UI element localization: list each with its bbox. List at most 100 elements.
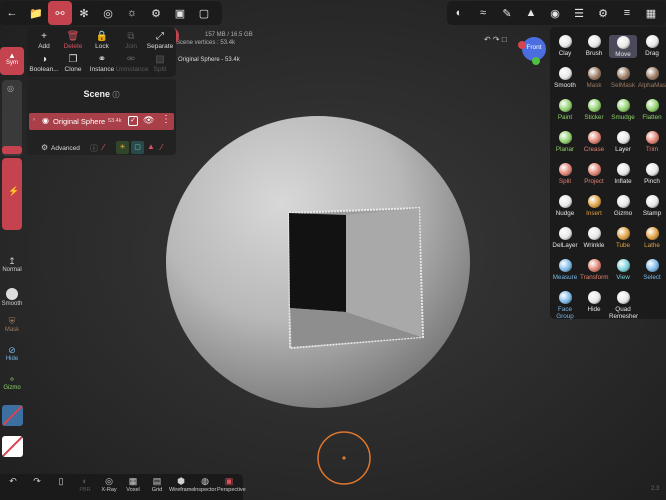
tool-view[interactable]: View — [609, 259, 637, 281]
tool-paint[interactable]: Paint — [551, 99, 579, 121]
topology-icon[interactable]: ✻ — [72, 1, 96, 25]
triangle-icon[interactable]: ▲ — [519, 1, 543, 25]
grid-menu-icon[interactable]: ▦ — [639, 1, 663, 25]
light-toggle-icon[interactable]: ☀ — [116, 141, 129, 154]
grid-button[interactable]: ▤ Grid — [145, 476, 169, 493]
sym-button[interactable]: ▲ Sym — [0, 47, 24, 75]
tool-measure[interactable]: Measure — [551, 259, 579, 281]
tool-gizmo[interactable]: Gizmo — [609, 195, 637, 217]
back-icon[interactable]: ← — [0, 1, 24, 25]
palette-icon[interactable]: ◉ — [543, 1, 567, 25]
camera-toggle-icon[interactable]: ▢ — [131, 141, 144, 154]
selected-object-readout: Original Sphere - 53.4k — [178, 57, 240, 63]
tool-dellayer[interactable]: DelLayer — [551, 227, 579, 249]
scene-object-row[interactable]: › ◉ Original Sphere 53.4k ✓ 👁 ⋮ — [29, 113, 174, 130]
tool-flatten[interactable]: Flatten — [638, 99, 666, 121]
voxel-button[interactable]: ▦ Voxel — [121, 476, 145, 493]
tool-facegroup[interactable]: Face Group — [551, 291, 579, 320]
tool-quadremesher[interactable]: Quad Remesher — [609, 291, 638, 320]
menu-uninstance-button[interactable]: ⚮ Uninstance — [116, 54, 149, 73]
redo-button[interactable]: ↷ — [25, 476, 49, 487]
tool-crease[interactable]: Crease — [580, 131, 608, 153]
tool-selmask[interactable]: SelMask — [609, 67, 637, 89]
advanced-button[interactable]: Advanced — [51, 145, 80, 152]
question-icon[interactable]: ⓘ — [90, 143, 98, 154]
menu-join-button[interactable]: ⧉ Join — [116, 31, 146, 50]
tool-drag[interactable]: Drag — [638, 35, 666, 57]
brush-settings-icon[interactable]: ✎ — [495, 1, 519, 25]
camera-icon[interactable]: ▢ — [192, 1, 216, 25]
tool-brush[interactable]: Brush — [580, 35, 608, 57]
tool-stamp[interactable]: Stamp — [638, 195, 666, 217]
tool-layer[interactable]: Layer — [609, 131, 637, 153]
tool-tube[interactable]: Tube — [609, 227, 637, 249]
tool-wrinkle[interactable]: Wrinkle — [580, 227, 608, 249]
slash-icon-2[interactable]: ∕ — [161, 142, 163, 152]
scene-tree-icon[interactable]: ⚯ — [48, 1, 72, 25]
tool-smudge[interactable]: Smudge — [609, 99, 637, 121]
folder-icon[interactable]: 📁 — [24, 1, 48, 25]
settings-icon[interactable]: ⚙ — [144, 1, 168, 25]
material-icon[interactable]: ◐ — [447, 1, 471, 25]
intensity-slider[interactable]: ⚡ — [2, 158, 22, 230]
hide-button[interactable]: ⊘ Hide — [1, 345, 23, 362]
menu-lock-button[interactable]: 🔒 Lock — [87, 31, 117, 50]
tool-select[interactable]: Select — [638, 259, 666, 281]
tool-project[interactable]: Project — [580, 163, 608, 185]
lighting-icon[interactable]: ☼ — [120, 1, 144, 25]
wireframe-icon: ⬢ — [177, 476, 185, 486]
tool-alphamask[interactable]: AlphaMask — [638, 67, 666, 89]
more-icon[interactable]: ⋮ — [161, 114, 171, 125]
tool-insert[interactable]: Insert — [580, 195, 608, 217]
perspective-button[interactable]: ▣ Perspective — [217, 476, 246, 493]
stroke-icon[interactable]: ≈ — [471, 1, 495, 25]
menu-item-label: Uninstance — [116, 66, 149, 73]
multires-icon[interactable]: ◎ — [96, 1, 120, 25]
tool-hide[interactable]: Hide — [580, 291, 608, 313]
tool-nudge[interactable]: Nudge — [551, 195, 579, 217]
menu-instance-button[interactable]: ⚭ Instance — [87, 54, 117, 73]
tool-mask[interactable]: Mask — [580, 67, 608, 89]
menu-boolean-button[interactable]: ◑ Boolean... — [29, 54, 59, 73]
normal-button[interactable]: ↥ Normal — [1, 256, 23, 273]
radius-slider[interactable]: ◎ — [2, 80, 22, 156]
layers-icon[interactable]: ☰ — [567, 1, 591, 25]
checkbox-icon[interactable]: ✓ — [128, 116, 138, 126]
image-icon[interactable]: ▣ — [168, 1, 192, 25]
gear-icon[interactable]: ⚙ — [591, 1, 615, 25]
warning-icon[interactable]: ▲ — [147, 142, 155, 151]
slash-icon[interactable]: ∕ — [103, 142, 105, 152]
wireframe-button[interactable]: ⬢ Wireframe — [169, 476, 194, 493]
menu-icon[interactable]: ≡ — [615, 1, 639, 25]
inspector-button[interactable]: ◍ Inspector — [193, 476, 217, 493]
pbr-button[interactable]: ◐ PBR — [73, 476, 97, 493]
tool-trim[interactable]: Trim — [638, 131, 666, 153]
file-button[interactable]: ▯ — [49, 476, 73, 487]
tool-planar[interactable]: Planar — [551, 131, 579, 153]
smooth-button[interactable]: Smooth — [1, 288, 23, 307]
undo-small-icon[interactable]: ↶ ↷ □ — [484, 35, 507, 44]
menu-clone-button[interactable]: ❐ Clone — [58, 54, 88, 73]
tool-clay[interactable]: Clay — [551, 35, 579, 57]
tool-transform[interactable]: Transform — [580, 259, 608, 281]
color-swatch-secondary[interactable] — [2, 436, 23, 457]
tool-pinch[interactable]: Pinch — [638, 163, 666, 185]
tool-split[interactable]: Split — [551, 163, 579, 185]
menu-separate-button[interactable]: ⤢ Separate — [145, 31, 175, 50]
xray-button[interactable]: ◎ X-Ray — [97, 476, 121, 493]
color-swatch-primary[interactable] — [2, 405, 23, 426]
undo-button[interactable]: ↶ — [1, 476, 25, 487]
menu-add-button[interactable]: + Add — [29, 31, 59, 50]
tool-move[interactable]: Move — [609, 35, 637, 58]
menu-delete-button[interactable]: 🗑 Delete — [58, 31, 88, 50]
tool-lathe[interactable]: Lathe — [638, 227, 666, 249]
visibility-eye-icon[interactable]: 👁 — [143, 115, 154, 126]
tool-sticker[interactable]: Sticker — [580, 99, 608, 121]
scene-panel: Scene ⓘ › ◉ Original Sphere 53.4k ✓ 👁 ⋮ … — [27, 79, 176, 155]
gizmo-button[interactable]: ⚬ Gizmo — [1, 374, 23, 391]
menu-split-button[interactable]: ▧ Split — [145, 54, 175, 73]
tool-smooth[interactable]: Smooth — [551, 67, 579, 89]
view-gizmo[interactable]: Front — [516, 33, 550, 67]
mask-button[interactable]: ⛨ Mask — [1, 316, 23, 333]
tool-inflate[interactable]: Inflate — [609, 163, 637, 185]
